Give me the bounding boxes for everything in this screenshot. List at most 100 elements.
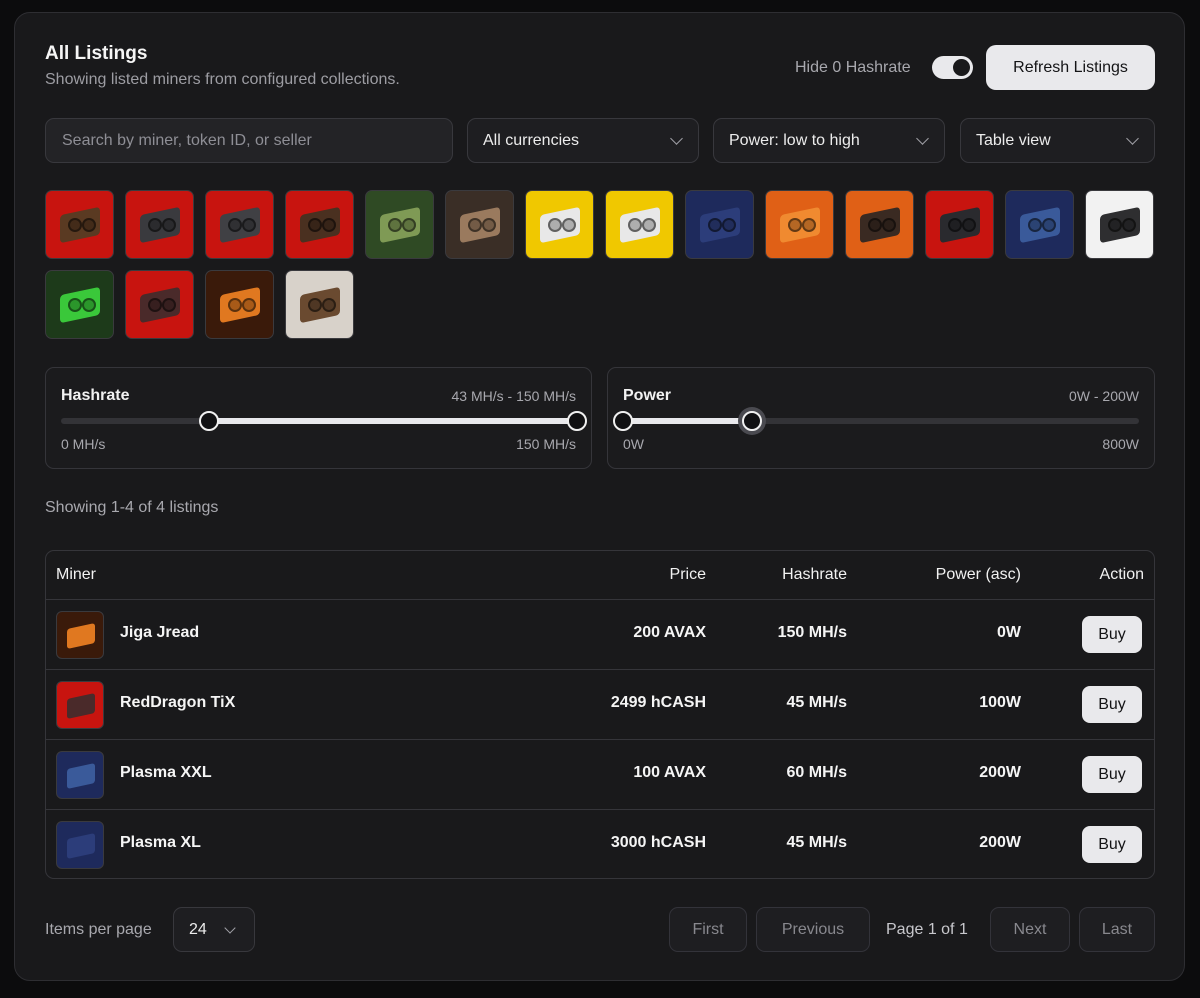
hub-orange-icon[interactable] bbox=[845, 190, 914, 259]
fan-shape bbox=[1042, 218, 1056, 232]
collection-filter-grid bbox=[45, 190, 1157, 339]
hide-zero-hashrate-label: Hide 0 Hashrate bbox=[795, 59, 911, 76]
fan-shape bbox=[228, 298, 242, 312]
miner-name: RedDragon TiX bbox=[120, 694, 236, 711]
hide-zero-hashrate-toggle[interactable] bbox=[932, 56, 973, 79]
col-action: Action bbox=[1099, 566, 1144, 583]
fire-toad-icon[interactable] bbox=[205, 270, 274, 339]
next-page-button[interactable]: Next bbox=[990, 907, 1070, 952]
fan-shape bbox=[82, 218, 96, 232]
fan-shape bbox=[948, 218, 962, 232]
miner-green-icon[interactable] bbox=[45, 270, 114, 339]
buy-button[interactable]: Buy bbox=[1082, 826, 1142, 863]
col-miner: Miner bbox=[56, 566, 97, 583]
currency-select[interactable]: All currencies bbox=[467, 118, 699, 163]
col-price: Price bbox=[669, 566, 706, 583]
power-selected-range: 0W - 200W bbox=[1068, 388, 1139, 404]
miner-thumbnail bbox=[56, 821, 104, 869]
gpu-yellow-dual-icon[interactable] bbox=[605, 190, 674, 259]
hashrate-min-label: 0 MH/s bbox=[61, 436, 106, 452]
fan-shape bbox=[468, 218, 482, 232]
power-min-handle[interactable] bbox=[613, 411, 633, 431]
items-per-page-label: Items per page bbox=[45, 921, 152, 938]
box-white-icon[interactable] bbox=[1085, 190, 1154, 259]
device-shape bbox=[67, 763, 95, 789]
view-select[interactable]: Table view bbox=[960, 118, 1155, 163]
col-power[interactable]: Power (asc) bbox=[936, 566, 1021, 584]
power-slider-track[interactable] bbox=[613, 411, 1139, 431]
fan-shape bbox=[708, 218, 722, 232]
fan-shape bbox=[388, 218, 402, 232]
fan-shape bbox=[242, 218, 256, 232]
refresh-listings-button[interactable]: Refresh Listings bbox=[986, 45, 1155, 90]
toad-brown-icon[interactable] bbox=[445, 190, 514, 259]
gpu-red-triple-icon[interactable] bbox=[125, 270, 194, 339]
page-info: Page 1 of 1 bbox=[886, 921, 968, 938]
table-row: RedDragon TiX 2499 hCASH 45 MH/s 100W Buy bbox=[46, 670, 1154, 740]
rig-red-star-icon[interactable] bbox=[925, 190, 994, 259]
fan-shape bbox=[1122, 218, 1136, 232]
gpu-blue-dual-icon[interactable] bbox=[1005, 190, 1074, 259]
wood-bundle-icon[interactable] bbox=[285, 270, 354, 339]
power-cell: 0W bbox=[997, 624, 1021, 641]
items-per-page-select[interactable]: 24 bbox=[173, 907, 255, 952]
results-count: Showing 1-4 of 4 listings bbox=[45, 499, 219, 516]
usb-miner-orange-icon[interactable] bbox=[765, 190, 834, 259]
gpu-blue-icon[interactable] bbox=[685, 190, 754, 259]
miner-name: Jiga Jread bbox=[120, 624, 200, 641]
miner-thumbnail bbox=[56, 611, 104, 659]
previous-page-button[interactable]: Previous bbox=[756, 907, 870, 952]
fan-shape bbox=[962, 218, 976, 232]
items-per-page-value: 24 bbox=[189, 920, 207, 938]
power-range-filter: Power 0W - 200W 0W 800W bbox=[607, 367, 1155, 469]
hashrate-slider-fill bbox=[208, 418, 577, 424]
fan-shape bbox=[548, 218, 562, 232]
search-input[interactable]: Search by miner, token ID, or seller bbox=[45, 118, 453, 163]
hashrate-selected-range: 43 MH/s - 150 MH/s bbox=[451, 388, 576, 404]
power-max-handle[interactable] bbox=[742, 411, 762, 431]
power-max-label: 800W bbox=[1102, 436, 1139, 452]
hashrate-min-handle[interactable] bbox=[198, 411, 219, 431]
hashrate-max-handle[interactable] bbox=[567, 411, 587, 431]
fan-shape bbox=[82, 298, 96, 312]
gpu-red-icon[interactable] bbox=[125, 190, 194, 259]
buy-button[interactable]: Buy bbox=[1082, 686, 1142, 723]
price-cell: 3000 hCASH bbox=[610, 834, 706, 851]
fan-shape bbox=[788, 218, 802, 232]
gpu-red-dual-icon[interactable] bbox=[205, 190, 274, 259]
fan-shape bbox=[628, 218, 642, 232]
power-cell: 200W bbox=[979, 764, 1021, 781]
fan-shape bbox=[642, 218, 656, 232]
fan-shape bbox=[1108, 218, 1122, 232]
chevron-down-icon bbox=[916, 132, 929, 145]
gpu-yellow-icon[interactable] bbox=[525, 190, 594, 259]
col-hashrate: Hashrate bbox=[782, 566, 847, 583]
page-title: All Listings bbox=[45, 43, 148, 64]
fan-shape bbox=[68, 298, 82, 312]
hashrate-cell: 45 MH/s bbox=[786, 694, 847, 711]
toad-icon[interactable] bbox=[365, 190, 434, 259]
hashrate-range-filter: Hashrate 43 MH/s - 150 MH/s 0 MH/s 150 M… bbox=[45, 367, 592, 469]
miner-rig-red-icon[interactable] bbox=[285, 190, 354, 259]
price-cell: 2499 hCASH bbox=[610, 694, 706, 711]
miner-thumbnail bbox=[56, 681, 104, 729]
hashrate-slider-track[interactable] bbox=[61, 411, 587, 431]
device-shape bbox=[67, 833, 95, 859]
buy-button[interactable]: Buy bbox=[1082, 616, 1142, 653]
fan-shape bbox=[322, 298, 336, 312]
fan-shape bbox=[868, 218, 882, 232]
page-subtitle: Showing listed miners from configured co… bbox=[45, 71, 400, 88]
first-page-button[interactable]: First bbox=[669, 907, 747, 952]
toggle-knob bbox=[953, 59, 970, 76]
table-row: Plasma XL 3000 hCASH 45 MH/s 200W Buy bbox=[46, 810, 1154, 878]
last-page-button[interactable]: Last bbox=[1079, 907, 1155, 952]
miner-red-3d-icon[interactable] bbox=[45, 190, 114, 259]
buy-button[interactable]: Buy bbox=[1082, 756, 1142, 793]
table-row: Jiga Jread 200 AVAX 150 MH/s 0W Buy bbox=[46, 600, 1154, 670]
fan-shape bbox=[562, 218, 576, 232]
sort-select[interactable]: Power: low to high bbox=[713, 118, 945, 163]
sort-select-value: Power: low to high bbox=[729, 131, 860, 149]
device-shape bbox=[67, 693, 95, 719]
power-slider-fill bbox=[623, 418, 752, 424]
hashrate-cell: 150 MH/s bbox=[777, 624, 847, 641]
